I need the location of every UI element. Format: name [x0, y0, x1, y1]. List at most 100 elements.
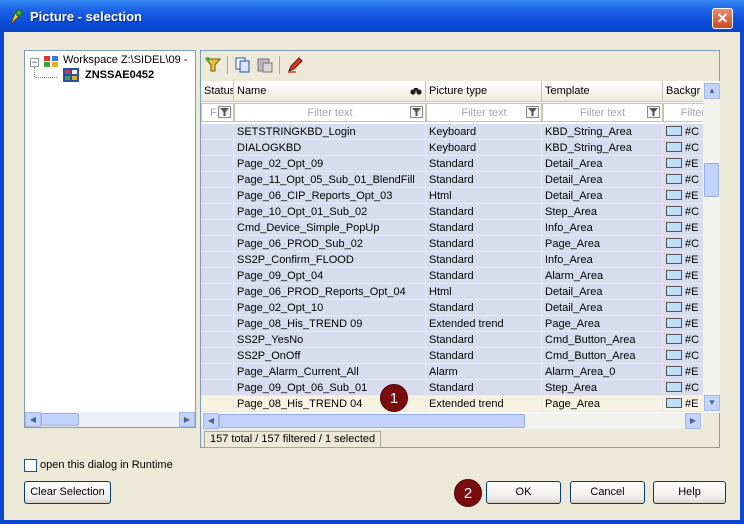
background-cell: #C: [663, 380, 703, 396]
color-swatch-icon: [666, 382, 682, 392]
open-in-runtime-checkbox[interactable]: [24, 459, 37, 472]
scroll-left-icon[interactable]: ◀: [203, 413, 219, 429]
table-row[interactable]: Page_11_Opt_05_Sub_01_BlendFill Standard D…: [201, 172, 703, 188]
column-filter-input[interactable]: Filter text: [542, 103, 663, 122]
grid-toolbar: [201, 51, 719, 79]
background-value: #E: [685, 158, 699, 170]
color-swatch-icon: [666, 190, 682, 200]
name-cell: SS2P_YesNo: [234, 332, 426, 348]
column-header[interactable]: Backgr: [663, 81, 703, 102]
color-swatch-icon: [666, 286, 682, 296]
grid-horizontal-scrollbar[interactable]: ◀ ▶: [201, 413, 703, 429]
scroll-right-icon[interactable]: ▶: [179, 412, 195, 427]
background-value: #C: [685, 334, 700, 346]
column-header[interactable]: Template: [542, 81, 663, 102]
background-value: #C: [685, 382, 700, 394]
template-cell: Step_Area: [542, 204, 663, 220]
table-row[interactable]: Page_06_PROD_Sub_02 Standard Page_Area #C: [201, 236, 703, 252]
table-row[interactable]: Page_09_Opt_06_Sub_01 Standard Step_Area #C: [201, 380, 703, 396]
template-cell: Detail_Area: [542, 188, 663, 204]
filter-placeholder: Filter text: [579, 107, 626, 119]
color-swatch-icon: [666, 318, 682, 328]
grid-vscroll-thumb[interactable]: [704, 163, 719, 197]
status-cell: [201, 188, 234, 204]
tree-scroll-thumb[interactable]: [41, 413, 79, 426]
table-row[interactable]: SS2P_OnOff Standard Cmd_Button_Area #C: [201, 348, 703, 364]
status-cell: [201, 332, 234, 348]
cancel-button[interactable]: Cancel: [570, 481, 645, 504]
filter-funnel-icon[interactable]: [526, 106, 539, 118]
background-value: #E: [685, 302, 699, 314]
table-row[interactable]: SS2P_Confirm_FLOOD Standard Info_Area #E: [201, 252, 703, 268]
workspace-tree[interactable]: − Workspace Z:\SIDEL\09 - ZNSSAE0452 ◀ ▶: [24, 50, 196, 428]
tree-item-project[interactable]: ZNSSAE0452: [85, 69, 154, 81]
color-swatch-icon: [666, 350, 682, 360]
picture-table[interactable]: StatusNamePicture typeTemplateBackgr F..…: [201, 81, 703, 413]
scroll-down-icon[interactable]: ▼: [704, 395, 720, 411]
tree-expander-icon[interactable]: −: [30, 58, 39, 67]
tree-horizontal-scrollbar[interactable]: ◀ ▶: [25, 412, 195, 427]
tree-item-workspace[interactable]: Workspace Z:\SIDEL\09 -: [63, 54, 188, 66]
table-row[interactable]: Page_10_Opt_01_Sub_02 Standard Step_Area #C: [201, 204, 703, 220]
background-value: #E: [685, 398, 699, 410]
filter-wand-icon[interactable]: [204, 56, 222, 74]
copy-icon[interactable]: [234, 56, 252, 74]
table-row[interactable]: Page_02_Opt_09 Standard Detail_Area #E: [201, 156, 703, 172]
grid-vertical-scrollbar[interactable]: ▲ ▼: [703, 81, 720, 413]
callout-badge-1: 1: [380, 384, 408, 412]
template-cell: Alarm_Area: [542, 268, 663, 284]
scroll-right-icon[interactable]: ▶: [685, 413, 701, 429]
edit-pencil-icon[interactable]: [286, 56, 304, 74]
column-header[interactable]: Picture type: [426, 81, 542, 102]
background-cell: #E: [663, 188, 703, 204]
column-filter-input[interactable]: Filter text: [234, 103, 426, 122]
filter-funnel-icon[interactable]: [410, 106, 423, 118]
background-cell: #E: [663, 156, 703, 172]
find-binoculars-icon[interactable]: [410, 86, 422, 96]
table-row-selected[interactable]: Page_08_His_TREND 04 Extended trend Page_A…: [201, 396, 703, 412]
table-row[interactable]: Page_06_CIP_Reports_Opt_03 Html Detail_Are…: [201, 188, 703, 204]
background-value: #C: [685, 126, 700, 138]
name-cell: SS2P_Confirm_FLOOD: [234, 252, 426, 268]
status-cell: [201, 348, 234, 364]
background-value: #E: [685, 286, 699, 298]
status-cell: [201, 364, 234, 380]
clear-selection-button[interactable]: Clear Selection: [24, 481, 111, 504]
column-header[interactable]: Name: [234, 81, 426, 102]
type-cell: Standard: [426, 172, 542, 188]
ok-button[interactable]: OK: [486, 481, 561, 504]
background-cell: #C: [663, 172, 703, 188]
status-cell: [201, 380, 234, 396]
name-cell: Page_08_His_TREND 09: [234, 316, 426, 332]
paste-icon[interactable]: [256, 56, 274, 74]
background-value: #C: [685, 350, 700, 362]
color-swatch-icon: [666, 126, 682, 136]
filter-funnel-icon[interactable]: [218, 106, 231, 118]
type-cell: Keyboard: [426, 124, 542, 140]
table-row[interactable]: SETSTRINGKBD_Login Keyboard KBD_String_Are…: [201, 124, 703, 140]
template-cell: KBD_String_Area: [542, 140, 663, 156]
table-row[interactable]: Page_06_PROD_Reports_Opt_04 Html Detail_Ar…: [201, 284, 703, 300]
grid-hscroll-thumb[interactable]: [219, 414, 525, 428]
table-row[interactable]: SS2P_YesNo Standard Cmd_Button_Area #C: [201, 332, 703, 348]
table-row[interactable]: DIALOGKBD Keyboard KBD_String_Area #C: [201, 140, 703, 156]
scroll-up-icon[interactable]: ▲: [704, 83, 720, 99]
table-row[interactable]: Page_08_His_TREND 09 Extended trend Page_A…: [201, 316, 703, 332]
template-cell: KBD_String_Area: [542, 124, 663, 140]
scroll-left-icon[interactable]: ◀: [25, 412, 41, 427]
table-row[interactable]: Page_Alarm_Current_All Alarm Alarm_Area_0 #…: [201, 364, 703, 380]
help-button[interactable]: Help: [653, 481, 726, 504]
table-row[interactable]: Page_02_Opt_10 Standard Detail_Area #E: [201, 300, 703, 316]
column-header[interactable]: Status: [201, 81, 234, 102]
status-cell: [201, 284, 234, 300]
template-cell: Cmd_Button_Area: [542, 332, 663, 348]
column-filter-input[interactable]: Filter: [663, 103, 703, 122]
filter-funnel-icon[interactable]: [647, 106, 660, 118]
close-button[interactable]: ✕: [712, 8, 733, 29]
table-row[interactable]: Page_09_Opt_04 Standard Alarm_Area #E: [201, 268, 703, 284]
name-cell: Page_10_Opt_01_Sub_02: [234, 204, 426, 220]
name-cell: Page_06_PROD_Reports_Opt_04: [234, 284, 426, 300]
status-cell: [201, 300, 234, 316]
column-filter-input[interactable]: Filter text: [426, 103, 542, 122]
table-row[interactable]: Cmd_Device_Simple_PopUp Standard Info_Area…: [201, 220, 703, 236]
